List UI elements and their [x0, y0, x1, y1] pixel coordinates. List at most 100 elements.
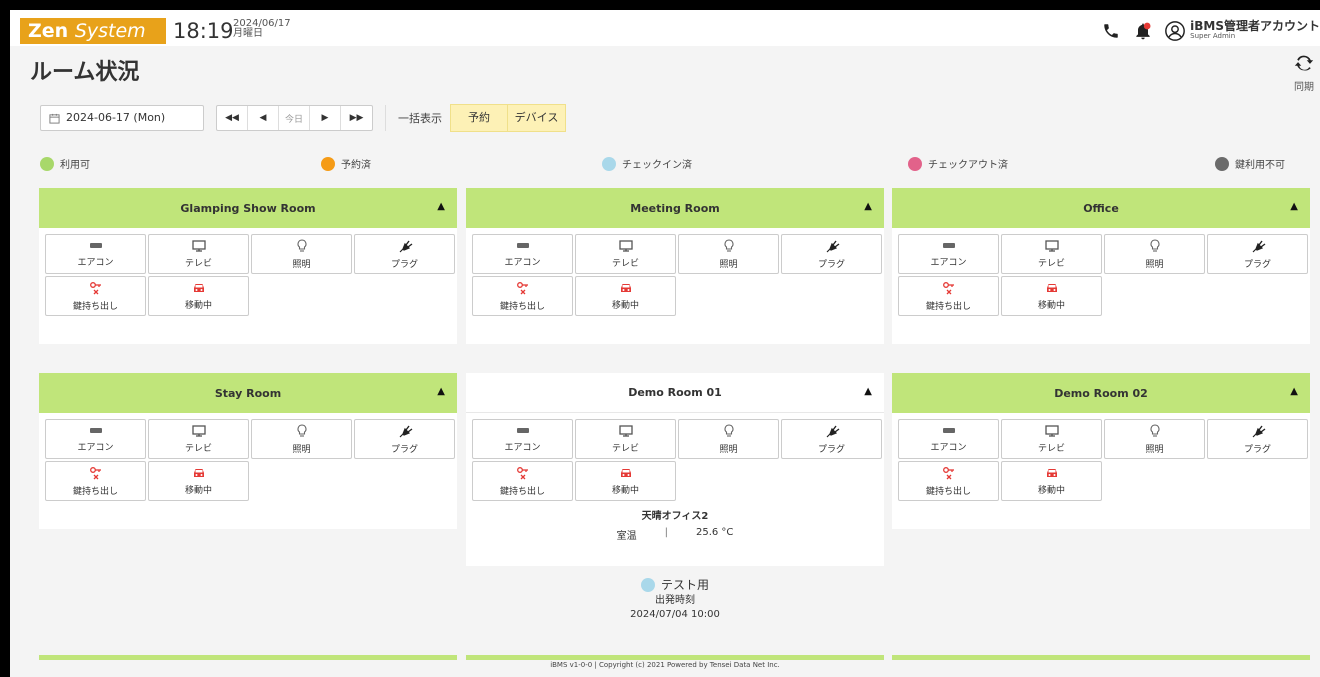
light-tile[interactable]: 照明	[1104, 234, 1205, 274]
legend-key-unavailable: 鍵利用不可	[1215, 156, 1285, 171]
legend-checked-in: チェックイン済	[602, 156, 692, 171]
collapse-caret-icon[interactable]: ▲	[437, 386, 445, 397]
room-card-partial	[892, 655, 1310, 660]
room-header[interactable]: Glamping Show Room ▲	[39, 188, 457, 228]
plug-tile[interactable]: プラグ	[354, 234, 455, 274]
plug-icon	[824, 239, 840, 253]
plug-tile[interactable]: プラグ	[781, 234, 882, 274]
plug-tile[interactable]: プラグ	[1207, 234, 1308, 274]
room-header[interactable]: Stay Room ▲	[39, 373, 457, 413]
legend-dot	[602, 156, 616, 171]
reservation-title[interactable]: テスト用	[466, 578, 884, 592]
toggle-device[interactable]: デバイス	[508, 105, 565, 131]
sensor-label: 室温	[616, 531, 637, 542]
moving-tile[interactable]: 移動中	[575, 276, 676, 316]
key-out-tile[interactable]: 鍵持ち出し	[898, 276, 999, 316]
tv-tile[interactable]: テレビ	[1001, 234, 1102, 274]
aircon-tile[interactable]: エアコン	[898, 419, 999, 459]
light-tile[interactable]: 照明	[251, 419, 352, 459]
tile-label: 鍵持ち出し	[925, 301, 971, 312]
tv-icon	[618, 239, 633, 252]
room-header[interactable]: Meeting Room ▲	[466, 188, 884, 228]
moving-tile[interactable]: 移動中	[148, 276, 249, 316]
date-picker[interactable]: 2024-06-17 (Mon)	[40, 105, 204, 131]
aircon-icon	[516, 241, 530, 251]
plug-tile[interactable]: プラグ	[1207, 419, 1308, 459]
aircon-tile[interactable]: エアコン	[45, 234, 146, 274]
tile-label: テレビ	[1037, 443, 1065, 454]
tile-label: プラグ	[1243, 259, 1271, 270]
collapse-caret-icon[interactable]: ▲	[1290, 386, 1298, 397]
sync-icon	[1294, 55, 1314, 71]
tv-tile[interactable]: テレビ	[575, 234, 676, 274]
key-icon	[89, 281, 103, 295]
key-out-tile[interactable]: 鍵持ち出し	[472, 276, 573, 316]
toggle-reservation[interactable]: 予約	[451, 105, 508, 131]
light-tile[interactable]: 照明	[678, 234, 779, 274]
tv-tile[interactable]: テレビ	[1001, 419, 1102, 459]
logo[interactable]: Zen System	[20, 18, 166, 44]
car-icon	[619, 467, 633, 479]
plug-icon	[1250, 239, 1266, 253]
collapse-caret-icon[interactable]: ▲	[864, 386, 872, 397]
room-header[interactable]: Demo Room 02 ▲	[892, 373, 1310, 413]
bell-icon[interactable]	[1132, 20, 1154, 42]
tile-label: 移動中	[184, 300, 212, 311]
aircon-tile[interactable]: エアコン	[45, 419, 146, 459]
tile-label: プラグ	[390, 259, 418, 270]
today-button[interactable]: 今日	[279, 106, 310, 130]
phone-icon[interactable]	[1100, 20, 1122, 42]
key-out-tile[interactable]: 鍵持ち出し	[45, 276, 146, 316]
user-menu[interactable]: iBMS管理者アカウント Super Admin	[1164, 20, 1320, 42]
plug-tile[interactable]: プラグ	[354, 419, 455, 459]
aircon-tile[interactable]: エアコン	[472, 234, 573, 274]
plug-tile[interactable]: プラグ	[781, 419, 882, 459]
car-icon	[192, 282, 206, 294]
prev-day-button[interactable]: ◀	[248, 106, 279, 130]
legend-dot	[321, 156, 335, 171]
key-out-tile[interactable]: 鍵持ち出し	[898, 461, 999, 501]
plug-icon	[397, 239, 413, 253]
key-out-tile[interactable]: 鍵持ち出し	[472, 461, 573, 501]
collapse-caret-icon[interactable]: ▲	[437, 201, 445, 212]
key-out-tile[interactable]: 鍵持ち出し	[45, 461, 146, 501]
tv-tile[interactable]: テレビ	[148, 419, 249, 459]
calendar-icon	[49, 113, 60, 124]
room-name: Demo Room 02	[1054, 386, 1148, 400]
moving-tile[interactable]: 移動中	[575, 461, 676, 501]
room-card: Stay Room ▲ エアコン テレビ 照明 プラグ 鍵持ち出し 移動中	[39, 373, 457, 529]
moving-tile[interactable]: 移動中	[1001, 276, 1102, 316]
aircon-tile[interactable]: エアコン	[898, 234, 999, 274]
light-tile[interactable]: 照明	[251, 234, 352, 274]
sensor-name: 天晴オフィス2	[641, 511, 709, 522]
room-card-partial	[466, 655, 884, 660]
light-tile[interactable]: 照明	[678, 419, 779, 459]
room-name: Office	[1083, 201, 1119, 215]
tile-label: プラグ	[1243, 444, 1271, 455]
tv-tile[interactable]: テレビ	[148, 234, 249, 274]
date-value: 2024-06-17 (Mon)	[66, 111, 166, 124]
prev-week-button[interactable]: ◀◀	[217, 106, 248, 130]
aircon-icon	[942, 426, 956, 436]
key-icon	[516, 281, 530, 295]
moving-tile[interactable]: 移動中	[148, 461, 249, 501]
tv-tile[interactable]: テレビ	[575, 419, 676, 459]
moving-tile[interactable]: 移動中	[1001, 461, 1102, 501]
collapse-caret-icon[interactable]: ▲	[1290, 201, 1298, 212]
tile-label: 照明	[719, 444, 738, 455]
room-card: Demo Room 02 ▲ エアコン テレビ 照明 プラグ 鍵持ち出し 移動中	[892, 373, 1310, 529]
aircon-tile[interactable]: エアコン	[472, 419, 573, 459]
device-grid: エアコン テレビ 照明 プラグ 鍵持ち出し 移動中	[466, 228, 884, 316]
device-grid: エアコン テレビ 照明 プラグ 鍵持ち出し 移動中	[466, 413, 884, 501]
room-card: Glamping Show Room ▲ エアコン テレビ 照明 プラグ 鍵持ち…	[39, 188, 457, 344]
next-week-button[interactable]: ▶▶	[341, 106, 372, 130]
user-info: iBMS管理者アカウント Super Admin	[1190, 20, 1320, 41]
sync-button[interactable]: 同期	[1290, 52, 1318, 93]
room-header[interactable]: Demo Room 01 ▲	[466, 373, 884, 413]
key-icon	[942, 281, 956, 295]
lightbulb-icon	[1149, 423, 1161, 438]
collapse-caret-icon[interactable]: ▲	[864, 201, 872, 212]
room-header[interactable]: Office ▲	[892, 188, 1310, 228]
next-day-button[interactable]: ▶	[310, 106, 341, 130]
light-tile[interactable]: 照明	[1104, 419, 1205, 459]
